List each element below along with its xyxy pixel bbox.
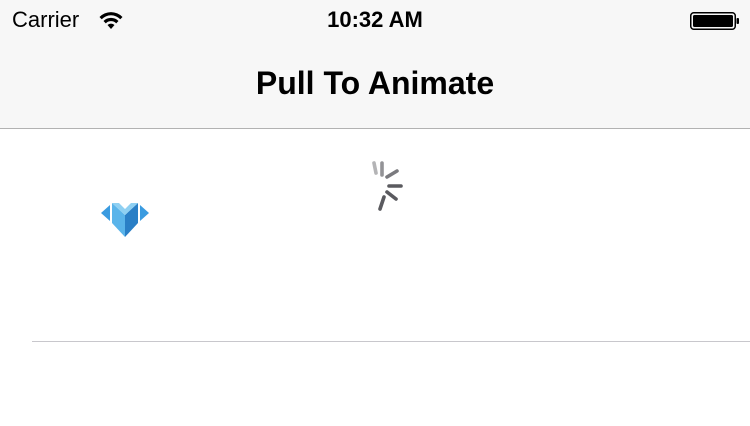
navigation-bar: Pull To Animate xyxy=(0,40,750,128)
nav-title: Pull To Animate xyxy=(255,65,495,101)
top-bars: Carrier 10:32 AM Pull To Animate xyxy=(0,0,750,129)
app-screen: Carrier 10:32 AM Pull To Animate xyxy=(0,0,750,426)
status-time: 10:32 AM xyxy=(327,7,423,32)
status-bar: Carrier 10:32 AM xyxy=(0,0,750,40)
cell-separator xyxy=(32,341,750,342)
activity-spinner-icon xyxy=(366,159,406,215)
battery-icon xyxy=(690,12,740,30)
m-diamond-logo-icon xyxy=(101,203,149,237)
content-area[interactable] xyxy=(0,129,750,426)
